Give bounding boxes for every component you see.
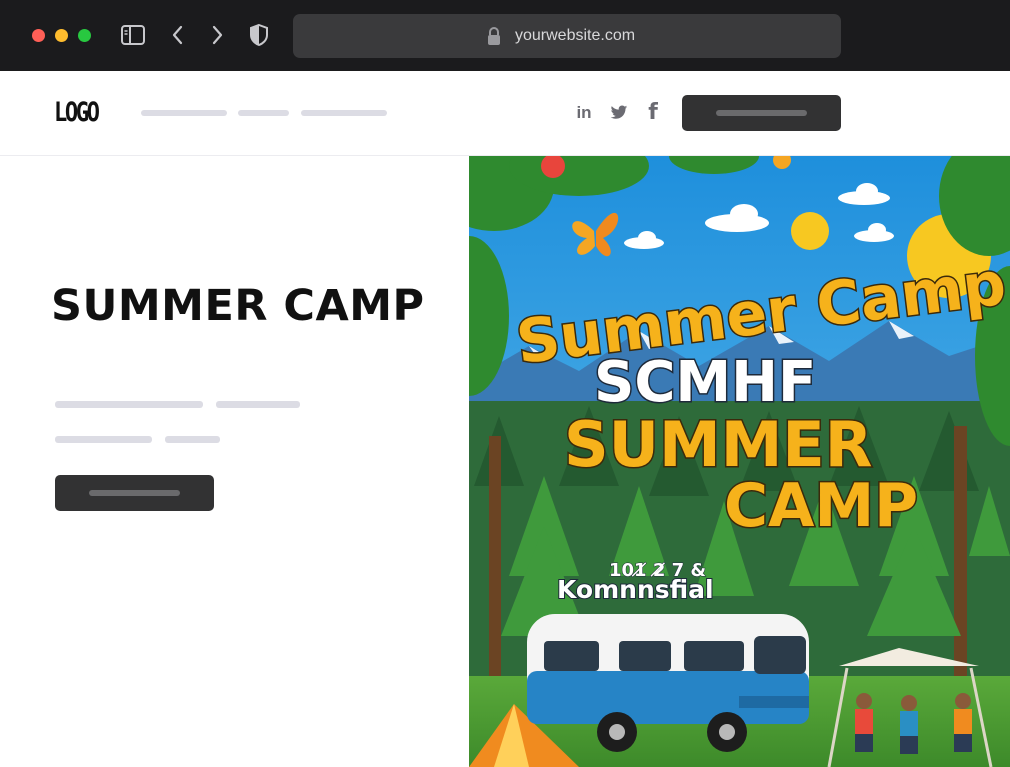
browser-toolbar: yourwebsite.com xyxy=(0,0,1010,71)
hero-cta-label-placeholder xyxy=(89,490,180,496)
close-window-button[interactable] xyxy=(32,29,45,42)
site-logo[interactable]: LOGO xyxy=(54,97,107,128)
site-header: LOGO in f xyxy=(0,71,1010,156)
facebook-glyph: f xyxy=(648,100,658,125)
hero-text-line xyxy=(55,436,152,443)
twitter-icon[interactable] xyxy=(607,101,631,125)
back-chevron-icon[interactable] xyxy=(164,22,192,48)
nav-link-3[interactable] xyxy=(301,110,387,116)
facebook-icon[interactable]: f xyxy=(641,101,665,125)
hero-cta-button[interactable] xyxy=(55,475,214,511)
shield-icon[interactable] xyxy=(245,22,273,48)
sidebar-icon[interactable] xyxy=(119,22,147,48)
forward-chevron-icon[interactable] xyxy=(203,22,231,48)
hero-text-line xyxy=(165,436,220,443)
url-text: yourwebsite.com xyxy=(515,27,636,44)
header-cta-label-placeholder xyxy=(716,110,807,116)
lock-icon xyxy=(486,26,502,46)
header-cta-button[interactable] xyxy=(682,95,841,131)
hero-text-line xyxy=(55,401,203,408)
poster-subtitle: Komnnsfial xyxy=(557,575,714,604)
logo-text: LOGO xyxy=(54,97,100,128)
nav-link-2[interactable] xyxy=(238,110,289,116)
linkedin-glyph: in xyxy=(576,103,592,122)
hero-text-line xyxy=(216,401,300,408)
address-bar[interactable]: yourwebsite.com xyxy=(293,14,841,58)
nav-link-1[interactable] xyxy=(141,110,227,116)
minimize-window-button[interactable] xyxy=(55,29,68,42)
linkedin-icon[interactable]: in xyxy=(572,101,596,125)
poster-title-line2: SCMHF xyxy=(594,350,816,415)
summer-camp-poster-image: Summer Camp SCMHF SUMMER CAMP 101̸ 2̸ 7 … xyxy=(469,156,1010,767)
maximize-window-button[interactable] xyxy=(78,29,91,42)
poster-title-line4: CAMP xyxy=(724,471,918,541)
hero-title: SUMMER CAMP xyxy=(51,281,425,331)
